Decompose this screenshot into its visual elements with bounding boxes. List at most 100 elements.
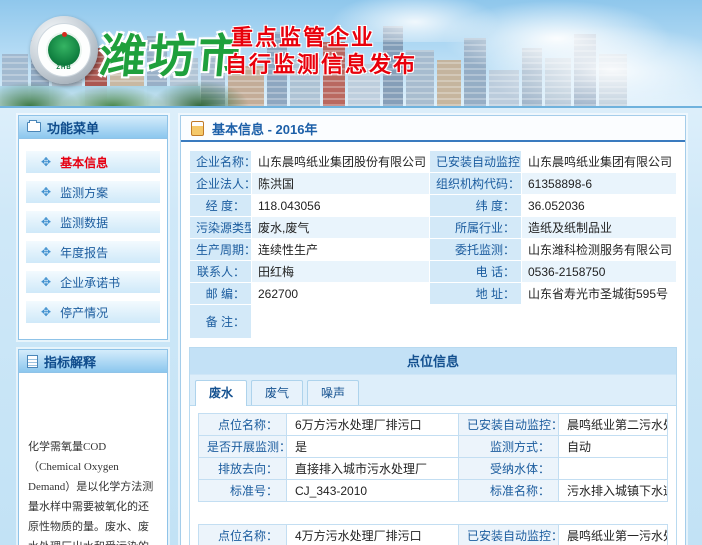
field-label: 委托监测：	[430, 239, 522, 261]
tab-label: 噪声	[321, 386, 345, 400]
sidebar-menu-item[interactable]: ✥ 年度报告	[26, 241, 160, 263]
basic-info-row: 污染源类型： 废水,废气 所属行业： 造纸及纸制品业	[190, 217, 677, 239]
indicator-explain-text: 化学需氧量COD（Chemical Oxygen Demand）是以化学方法测量…	[19, 373, 167, 545]
point-info-section: 点位信息 废水 废气 噪声	[189, 347, 677, 545]
basic-info-header: 基本信息 - 2016年	[181, 116, 685, 142]
function-menu-panel: 功能菜单 ✥ 基本信息 ✥ 监测方案	[18, 115, 168, 340]
point-info-row: 点位名称： 4万方污水处理厂排污口 已安装自动监控： 晨鸣纸业第一污水处理厂	[199, 525, 668, 545]
sidebar-menu-item-label: 年度报告	[60, 244, 108, 261]
field-value	[252, 305, 677, 339]
field-label: 受纳水体：	[459, 458, 559, 480]
sidebar-menu-item-label: 基本信息	[60, 154, 108, 171]
epa-logo: ZHB	[30, 16, 98, 84]
content-area: 功能菜单 ✥ 基本信息 ✥ 监测方案	[0, 108, 702, 545]
indicator-explain-title: 指标解释	[44, 352, 96, 371]
field-label: 标准号：	[199, 480, 287, 502]
field-label: 污染源类型：	[190, 217, 252, 239]
point-table-1: 点位名称： 6万方污水处理厂排污口 已安装自动监控： 晨鸣纸业第二污水处理厂 是…	[198, 413, 668, 502]
field-label: 监测方式：	[459, 436, 559, 458]
field-value: 山东晨鸣纸业集团有限公司	[522, 151, 677, 173]
function-menu-header: 功能菜单	[19, 116, 167, 139]
point-info-row: 点位名称： 6万方污水处理厂排污口 已安装自动监控： 晨鸣纸业第二污水处理厂	[199, 414, 668, 436]
field-value: 晨鸣纸业第二污水处理厂	[559, 414, 668, 436]
field-value: 是	[287, 436, 459, 458]
field-label: 是否开展监测：	[199, 436, 287, 458]
field-label: 企业名称：	[190, 151, 252, 173]
field-value	[559, 458, 668, 480]
point-info-row: 是否开展监测： 是 监测方式： 自动	[199, 436, 668, 458]
page: ZHB 潍坊市 重点监管企业 自行监测信息发布 功能菜单 ✥	[0, 0, 702, 545]
field-label: 企业法人：	[190, 173, 252, 195]
field-label: 纬 度：	[430, 195, 522, 217]
field-value: 污水排入城镇下水道水质标准	[559, 480, 668, 502]
field-value: 4万方污水处理厂排污口	[287, 525, 459, 545]
sidebar-menu-item-label: 企业承诺书	[60, 274, 120, 291]
field-label: 生产周期：	[190, 239, 252, 261]
site-banner: ZHB 潍坊市 重点监管企业 自行监测信息发布	[0, 0, 702, 108]
basic-info-row: 生产周期： 连续性生产 委托监测： 山东潍科检测服务有限公司	[190, 239, 677, 261]
compass-arrow-icon: ✥	[41, 276, 51, 288]
field-label: 已安装自动监控：	[430, 151, 522, 173]
field-value: 自动	[559, 436, 668, 458]
compass-arrow-icon: ✥	[41, 186, 51, 198]
point-info-title: 点位信息	[190, 348, 676, 375]
field-label: 经 度：	[190, 195, 252, 217]
field-value: 直接排入城市污水处理厂	[287, 458, 459, 480]
point-info-tab[interactable]: 废气	[251, 380, 303, 405]
epa-logo-text: ZHB	[38, 65, 90, 71]
sidebar-menu-item[interactable]: ✥ 基本信息	[26, 151, 160, 173]
epa-logo-globe	[48, 34, 80, 66]
main-content: 基本信息 - 2016年 企业名称： 山东晨鸣纸业集团股份有限公司 已安装自动监…	[180, 115, 686, 545]
field-value: CJ_343-2010	[287, 480, 459, 502]
compass-arrow-icon: ✥	[41, 156, 51, 168]
point-info-tab[interactable]: 噪声	[307, 380, 359, 405]
field-value: 废水,废气	[252, 217, 430, 239]
field-label: 所属行业：	[430, 217, 522, 239]
table-gap	[190, 509, 676, 517]
point-info-tabbar: 废水 废气 噪声	[190, 375, 676, 406]
point-info-row: 标准号： CJ_343-2010 标准名称： 污水排入城镇下水道水质标准	[199, 480, 668, 502]
field-value: 262700	[252, 283, 430, 305]
field-label: 联系人：	[190, 261, 252, 283]
tab-label: 废气	[265, 386, 289, 400]
compass-arrow-icon: ✥	[41, 306, 51, 318]
field-label: 组织机构代码：	[430, 173, 522, 195]
sidebar-menu-item[interactable]: ✥ 监测方案	[26, 181, 160, 203]
point-info-tab[interactable]: 废水	[195, 380, 247, 406]
point-info-row: 排放去向： 直接排入城市污水处理厂 受纳水体：	[199, 458, 668, 480]
sidebar-menu-item[interactable]: ✥ 监测数据	[26, 211, 160, 233]
sidebar-menu-item-label: 停产情况	[60, 304, 108, 321]
basic-info-row: 联系人： 田红梅 电 话： 0536-2158750	[190, 261, 677, 283]
basic-info-row: 邮 编： 262700 地 址： 山东省寿光市圣城街595号	[190, 283, 677, 305]
field-label: 邮 编：	[190, 283, 252, 305]
clipboard-icon	[191, 121, 204, 136]
field-label: 地 址：	[430, 283, 522, 305]
field-value: 山东潍科检测服务有限公司	[522, 239, 677, 261]
basic-info-row: 企业法人： 陈洪国 组织机构代码： 61358898-6	[190, 173, 677, 195]
sidebar: 功能菜单 ✥ 基本信息 ✥ 监测方案	[18, 115, 168, 545]
field-label: 点位名称：	[199, 414, 287, 436]
basic-info-table: 企业名称： 山东晨鸣纸业集团股份有限公司 已安装自动监控： 山东晨鸣纸业集团有限…	[189, 150, 677, 339]
compass-arrow-icon: ✥	[41, 216, 51, 228]
field-label: 标准名称：	[459, 480, 559, 502]
page-title: 基本信息 - 2016年	[212, 119, 317, 138]
epa-logo-inner: ZHB	[37, 23, 91, 77]
field-value: 晨鸣纸业第一污水处理厂	[559, 525, 668, 545]
field-value: 山东省寿光市圣城街595号	[522, 283, 677, 305]
field-value: 6万方污水处理厂排污口	[287, 414, 459, 436]
indicator-explain-header: 指标解释	[19, 350, 167, 373]
sidebar-menu-item[interactable]: ✥ 停产情况	[26, 301, 160, 323]
field-label: 排放去向：	[199, 458, 287, 480]
field-value: 61358898-6	[522, 173, 677, 195]
field-label: 已安装自动监控：	[459, 525, 559, 545]
field-value: 山东晨鸣纸业集团股份有限公司	[252, 151, 430, 173]
field-label: 点位名称：	[199, 525, 287, 545]
sidebar-menu-item[interactable]: ✥ 企业承诺书	[26, 271, 160, 293]
field-label: 电 话：	[430, 261, 522, 283]
field-label: 已安装自动监控：	[459, 414, 559, 436]
document-icon	[27, 355, 38, 368]
basic-info-panel: 基本信息 - 2016年 企业名称： 山东晨鸣纸业集团股份有限公司 已安装自动监…	[180, 115, 686, 545]
basic-info-row: 经 度： 118.043056 纬 度： 36.052036	[190, 195, 677, 217]
remark-row: 备 注：	[190, 305, 677, 339]
point-table-2: 点位名称： 4万方污水处理厂排污口 已安装自动监控： 晨鸣纸业第一污水处理厂 是…	[198, 524, 668, 545]
